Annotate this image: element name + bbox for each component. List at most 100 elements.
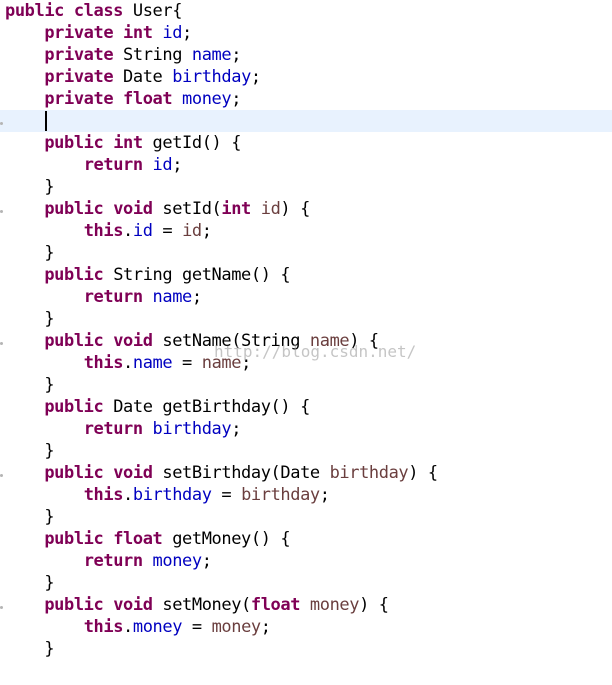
- keyword-token: float: [250, 595, 310, 615]
- parameter-token: money: [309, 595, 360, 615]
- code-token: ) {: [359, 595, 389, 615]
- code-line[interactable]: private String name;: [0, 44, 612, 66]
- code-token: }: [5, 507, 55, 527]
- code-line[interactable]: public String getName() {: [0, 264, 612, 286]
- code-line[interactable]: }: [0, 374, 612, 396]
- code-line[interactable]: }: [0, 506, 612, 528]
- code-line[interactable]: return money;: [0, 550, 612, 572]
- code-token: ;: [182, 23, 192, 43]
- keyword-token: int: [221, 199, 261, 219]
- parameter-token: id: [182, 221, 202, 241]
- current-code-line[interactable]: [0, 110, 612, 132]
- code-token: String getName() {: [113, 265, 291, 285]
- keyword-token: public void: [44, 331, 163, 351]
- code-token: }: [5, 375, 55, 395]
- code-token: getMoney() {: [172, 529, 291, 549]
- keyword-token: private: [44, 67, 124, 87]
- code-token: ;: [231, 45, 242, 65]
- keyword-token: public class: [5, 1, 133, 21]
- code-token: setBirthday(Date: [162, 463, 330, 483]
- gutter-marker: [0, 122, 3, 125]
- code-line[interactable]: private Date birthday;: [0, 66, 612, 88]
- keyword-token: public float: [44, 529, 173, 549]
- code-line[interactable]: this.money = money;: [0, 616, 612, 638]
- keyword-token: public: [44, 397, 114, 417]
- code-token: .: [123, 485, 133, 505]
- keyword-token: this: [83, 617, 124, 637]
- code-token: ) {: [280, 199, 310, 219]
- code-token: ;: [201, 551, 212, 571]
- code-line[interactable]: public float getMoney() {: [0, 528, 612, 550]
- code-token: ;: [319, 485, 330, 505]
- code-token: ;: [260, 617, 271, 637]
- keyword-token: this: [83, 485, 124, 505]
- code-token: ;: [231, 89, 242, 109]
- keyword-token: this: [83, 353, 124, 373]
- keyword-token: public int: [44, 133, 153, 153]
- keyword-token: return: [83, 551, 153, 571]
- code-line[interactable]: public Date getBirthday() {: [0, 396, 612, 418]
- code-line[interactable]: public int getId() {: [0, 132, 612, 154]
- code-token: }: [5, 309, 55, 329]
- parameter-token: money: [211, 617, 262, 637]
- code-line[interactable]: public void setBirthday(Date birthday) {: [0, 462, 612, 484]
- code-line[interactable]: return id;: [0, 154, 612, 176]
- keyword-token: private int: [44, 23, 163, 43]
- code-token: Date getBirthday() {: [113, 397, 310, 417]
- code-token: setId(: [162, 199, 222, 219]
- code-line[interactable]: }: [0, 242, 612, 264]
- code-line[interactable]: public class User{: [0, 0, 612, 22]
- code-token: }: [5, 639, 55, 659]
- field-token: name: [191, 45, 232, 65]
- code-line[interactable]: }: [0, 308, 612, 330]
- watermark: http://blog.csdn.net/: [214, 342, 417, 361]
- code-token: ;: [250, 67, 261, 87]
- code-token: String: [123, 45, 192, 65]
- code-line[interactable]: }: [0, 440, 612, 462]
- code-line[interactable]: private int id;: [0, 22, 612, 44]
- code-line[interactable]: return birthday;: [0, 418, 612, 440]
- code-line[interactable]: return name;: [0, 286, 612, 308]
- keyword-token: private float: [44, 89, 183, 109]
- code-token: ;: [191, 287, 202, 307]
- field-token: birthday: [152, 419, 232, 439]
- field-token: id: [152, 155, 173, 175]
- keyword-token: public: [44, 265, 114, 285]
- code-token: Date: [123, 67, 173, 87]
- code-token: User{: [132, 1, 183, 21]
- code-line[interactable]: }: [0, 176, 612, 198]
- keyword-token: return: [83, 155, 153, 175]
- keyword-token: public void: [44, 595, 163, 615]
- code-line[interactable]: }: [0, 638, 612, 660]
- code-line[interactable]: public void setMoney(float money) {: [0, 594, 612, 616]
- gutter-marker: [0, 210, 3, 213]
- field-token: birthday: [172, 67, 251, 87]
- code-token: .: [123, 221, 133, 241]
- keyword-token: public void: [44, 199, 163, 219]
- code-line[interactable]: public void setId(int id) {: [0, 198, 612, 220]
- code-token: }: [5, 177, 55, 197]
- code-line[interactable]: this.id = id;: [0, 220, 612, 242]
- code-line[interactable]: this.birthday = birthday;: [0, 484, 612, 506]
- code-token: ;: [172, 155, 183, 175]
- keyword-token: return: [83, 419, 153, 439]
- gutter-marker: [0, 606, 3, 609]
- code-line[interactable]: }: [0, 572, 612, 594]
- code-line[interactable]: private float money;: [0, 88, 612, 110]
- field-token: name: [132, 353, 173, 373]
- code-token: getId() {: [152, 133, 242, 153]
